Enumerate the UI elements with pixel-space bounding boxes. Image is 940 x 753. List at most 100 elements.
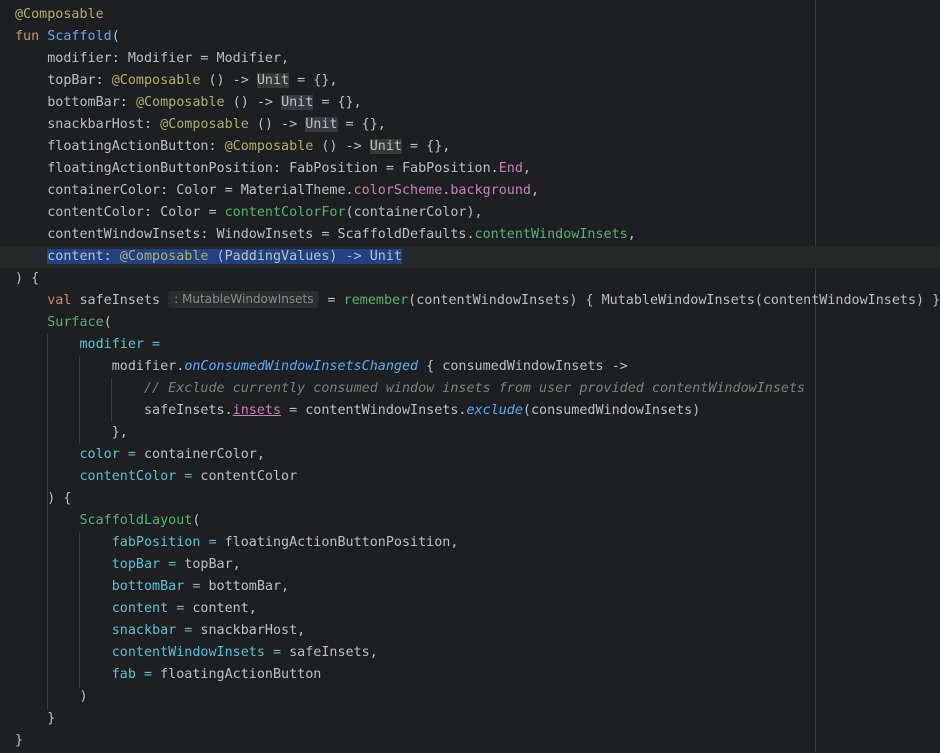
code-line[interactable]: bottomBar: @Composable () -> Unit = {}, <box>0 92 362 114</box>
code-token: modifier = <box>79 337 161 352</box>
code-line[interactable]: content: @Composable (PaddingValues) -> … <box>0 246 940 268</box>
code-token: ) <box>15 689 88 704</box>
code-token: fab = <box>111 667 153 682</box>
code-token: bottomBar: <box>15 95 136 110</box>
code-token: ( <box>192 513 201 528</box>
code-line[interactable]: } <box>0 730 23 752</box>
code-line[interactable]: ScaffoldLayout( <box>0 510 201 532</box>
code-token: @Composable <box>160 117 249 132</box>
code-line[interactable]: snackbar = snackbarHost, <box>0 620 306 642</box>
code-token: floatingActionButton <box>152 667 322 682</box>
code-token: modifier. <box>15 359 185 374</box>
code-line[interactable]: contentWindowInsets: WindowInsets = Scaf… <box>0 224 636 246</box>
code-token: () -> <box>200 73 257 88</box>
code-token: bottomBar, <box>200 579 290 594</box>
code-token: topBar = <box>111 557 177 572</box>
code-line[interactable]: ) { <box>0 268 39 290</box>
code-line[interactable]: val safeInsets : MutableWindowInsets = r… <box>0 290 940 312</box>
code-token: val <box>47 293 72 308</box>
code-line[interactable]: contentWindowInsets = safeInsets, <box>0 642 378 664</box>
code-token: modifier: Modifier = Modifier, <box>15 51 290 66</box>
code-token: } <box>15 733 24 748</box>
code-line[interactable]: ) <box>0 686 88 708</box>
code-token: @Composable <box>119 249 209 264</box>
code-token: Unit <box>305 117 338 132</box>
code-token: contentColor <box>192 469 298 484</box>
code-token: remember <box>343 293 409 308</box>
code-token: } <box>15 711 56 726</box>
code-token: contentWindowInsets = <box>111 645 282 660</box>
code-token: (contentWindowInsets) { MutableWindowIns… <box>408 293 940 308</box>
code-token: = {}, <box>337 117 386 132</box>
code-line[interactable]: // Exclude currently consumed window ins… <box>0 378 805 400</box>
code-line[interactable]: floatingActionButtonPosition: FabPositio… <box>0 158 531 180</box>
code-line[interactable]: snackbarHost: @Composable () -> Unit = {… <box>0 114 386 136</box>
code-line[interactable]: topBar: @Composable () -> Unit = {}, <box>0 70 338 92</box>
code-token: = contentWindowInsets. <box>281 403 467 418</box>
code-line[interactable]: fun Scaffold( <box>0 26 120 48</box>
code-token: insets <box>232 403 282 418</box>
code-line[interactable]: content = content, <box>0 598 257 620</box>
code-token: content, <box>184 601 257 616</box>
code-token: floatingActionButton: <box>15 139 225 154</box>
code-line[interactable]: modifier = <box>0 334 161 356</box>
code-editor[interactable]: @Composable fun Scaffold( modifier: Modif… <box>0 0 940 753</box>
code-line[interactable]: contentColor: Color = contentColorFor(co… <box>0 202 483 224</box>
code-token: contentColorFor <box>224 205 346 220</box>
code-token: () -> <box>248 117 306 132</box>
code-line[interactable]: Surface( <box>0 312 112 334</box>
code-line[interactable]: ) { <box>0 488 71 510</box>
code-token: (consumedWindowInsets) <box>522 403 701 418</box>
code-line[interactable]: floatingActionButton: @Composable () -> … <box>0 136 450 158</box>
code-token: @Composable <box>224 139 314 154</box>
code-token: topBar: <box>15 73 112 88</box>
code-token: () -> <box>313 139 370 154</box>
code-line[interactable]: modifier: Modifier = Modifier, <box>0 48 289 70</box>
code-token: = {}, <box>313 95 362 110</box>
code-token: color = <box>79 447 136 462</box>
code-token: Surface <box>47 315 104 330</box>
code-token: Unit <box>369 139 402 154</box>
code-token: End <box>498 161 523 176</box>
code-line[interactable]: }, <box>0 422 128 444</box>
code-token: containerColor, <box>135 447 265 462</box>
code-token: fun <box>15 29 40 44</box>
code-line[interactable]: @Composable <box>0 4 104 26</box>
code-token: () -> <box>224 95 282 110</box>
code-token: content: <box>47 249 120 264</box>
code-token: topBar, <box>176 557 241 572</box>
code-line[interactable]: color = containerColor, <box>0 444 265 466</box>
code-line[interactable]: modifier.onConsumedWindowInsetsChanged {… <box>0 356 628 378</box>
inlay-type-hint: : MutableWindowInsets <box>168 291 320 308</box>
code-token: floatingActionButtonPosition, <box>216 535 459 550</box>
code-token: bottomBar = <box>111 579 201 594</box>
code-token: ( <box>111 29 120 44</box>
code-line[interactable]: contentColor = contentColor <box>0 466 298 488</box>
code-token: snackbarHost: <box>15 117 161 132</box>
code-line[interactable]: } <box>0 708 55 730</box>
code-token: contentWindowInsets: WindowInsets = Scaf… <box>15 227 475 242</box>
code-line[interactable]: safeInsets.insets = contentWindowInsets.… <box>0 400 700 422</box>
code-line[interactable]: fabPosition = floatingActionButtonPositi… <box>0 532 459 554</box>
code-line[interactable]: fab = floatingActionButton <box>0 664 322 686</box>
code-token: contentWindowInsets <box>474 227 628 242</box>
code-token: contentColor = <box>79 469 193 484</box>
code-token: (containerColor), <box>345 205 483 220</box>
code-token: // Exclude currently consumed window ins… <box>144 381 806 396</box>
code-line[interactable]: bottomBar = bottomBar, <box>0 576 289 598</box>
code-token: snackbar = <box>111 623 193 638</box>
code-line[interactable]: containerColor: Color = MaterialTheme.co… <box>0 180 539 202</box>
code-line[interactable]: topBar = topBar, <box>0 554 241 576</box>
